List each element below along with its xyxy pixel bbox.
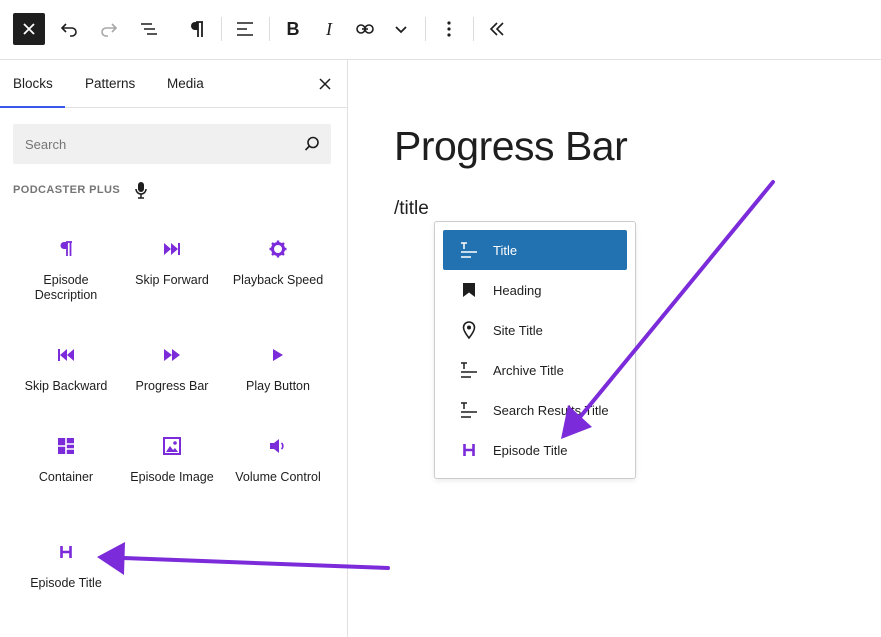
toolbar-separator (221, 17, 222, 41)
block-label: Progress Bar (135, 379, 209, 393)
block-progress-bar[interactable]: Progress Bar (119, 343, 225, 394)
option-label: Search Results Title (493, 402, 609, 418)
search-input[interactable] (13, 124, 295, 164)
italic-button[interactable]: I (313, 13, 345, 45)
block-label: Episode Image (130, 470, 214, 484)
block-search (13, 124, 331, 164)
skip-forward-icon (164, 243, 180, 255)
option-label: Episode Title (493, 442, 568, 458)
category-label: PODCASTER PLUS (13, 184, 121, 196)
fast-forward-icon (164, 349, 180, 361)
heading-h-icon (60, 546, 72, 558)
title-icon (461, 242, 477, 258)
block-skip-backward[interactable]: Skip Backward (13, 343, 119, 394)
editor-toolbar: B I (0, 0, 881, 60)
block-label: Volume Control (235, 470, 321, 484)
collapse-toolbar-button[interactable] (481, 13, 513, 45)
link-icon (356, 24, 374, 34)
toolbar-separator (473, 17, 474, 41)
option-episode-title[interactable]: Episode Title (443, 430, 627, 470)
option-label: Archive Title (493, 362, 564, 378)
options-button[interactable] (433, 13, 465, 45)
list-view-icon (141, 23, 157, 35)
post-title[interactable]: Progress Bar (394, 123, 628, 170)
paragraph-block[interactable]: /title (394, 198, 429, 220)
title-icon (461, 402, 477, 418)
block-label: Skip Forward (135, 273, 209, 287)
map-pin-icon (462, 321, 476, 339)
toolbar-separator (269, 17, 270, 41)
chevron-down-icon (395, 26, 407, 34)
block-inserter-panel: Blocks Patterns Media PODCASTER PLUS Epi… (0, 60, 348, 637)
chevron-double-left-icon (489, 22, 504, 36)
inserter-tabs: Blocks Patterns Media (0, 60, 347, 108)
close-button[interactable] (13, 13, 45, 45)
block-episode-image[interactable]: Episode Image (119, 434, 225, 485)
undo-icon (60, 23, 77, 37)
redo-icon (101, 23, 118, 37)
microphone-icon (135, 182, 147, 199)
align-button[interactable] (229, 13, 261, 45)
option-search-results-title[interactable]: Search Results Title (443, 390, 627, 430)
option-archive-title[interactable]: Archive Title (443, 350, 627, 390)
tab-patterns[interactable]: Patterns (85, 60, 135, 107)
undo-button[interactable] (53, 13, 85, 45)
option-label: Heading (493, 282, 542, 298)
more-formatting-button[interactable] (385, 13, 417, 45)
gear-icon (269, 240, 287, 258)
tab-media[interactable]: Media (167, 60, 204, 107)
option-site-title[interactable]: Site Title (443, 310, 627, 350)
title-icon (461, 362, 477, 378)
skip-backward-icon (58, 349, 74, 361)
search-icon (304, 136, 319, 151)
paragraph-button[interactable] (181, 13, 213, 45)
block-label: Episode Description (34, 273, 98, 302)
block-episode-description[interactable]: Episode Description (13, 237, 119, 303)
redo-button[interactable] (93, 13, 125, 45)
close-icon (23, 23, 35, 35)
block-label: Playback Speed (232, 273, 324, 287)
block-label: Episode Title (30, 576, 102, 590)
play-icon (273, 349, 283, 361)
block-play-button[interactable]: Play Button (225, 343, 331, 394)
align-left-icon (237, 22, 253, 36)
image-icon (163, 437, 181, 455)
block-volume-control[interactable]: Volume Control (225, 434, 331, 485)
close-icon (319, 78, 331, 90)
block-label: Skip Backward (24, 379, 108, 393)
bold-button[interactable]: B (277, 13, 309, 45)
volume-icon (270, 439, 284, 453)
block-playback-speed[interactable]: Playback Speed (225, 237, 331, 288)
category-heading: PODCASTER PLUS (13, 180, 148, 200)
container-icon (58, 438, 74, 454)
more-vertical-icon (447, 21, 451, 37)
block-episode-title[interactable]: Episode Title (13, 540, 119, 591)
option-label: Title (493, 242, 518, 258)
paragraph-icon (60, 241, 72, 256)
block-container[interactable]: Container (13, 434, 119, 485)
tab-blocks[interactable]: Blocks (0, 60, 65, 108)
heading-h-icon (463, 444, 475, 456)
option-label: Site Title (493, 322, 543, 338)
link-button[interactable] (349, 13, 381, 45)
list-view-button[interactable] (133, 13, 165, 45)
block-skip-forward[interactable]: Skip Forward (119, 237, 225, 288)
option-heading[interactable]: Heading (443, 270, 627, 310)
paragraph-icon (191, 21, 203, 37)
block-label: Container (38, 470, 94, 484)
option-title[interactable]: Title (443, 230, 627, 270)
block-label: Play Button (246, 379, 310, 393)
toolbar-separator (425, 17, 426, 41)
close-inserter-button[interactable] (315, 74, 335, 94)
bookmark-icon (463, 283, 475, 297)
block-autocomplete: Title Heading Site Title Archive Title S… (434, 221, 636, 479)
